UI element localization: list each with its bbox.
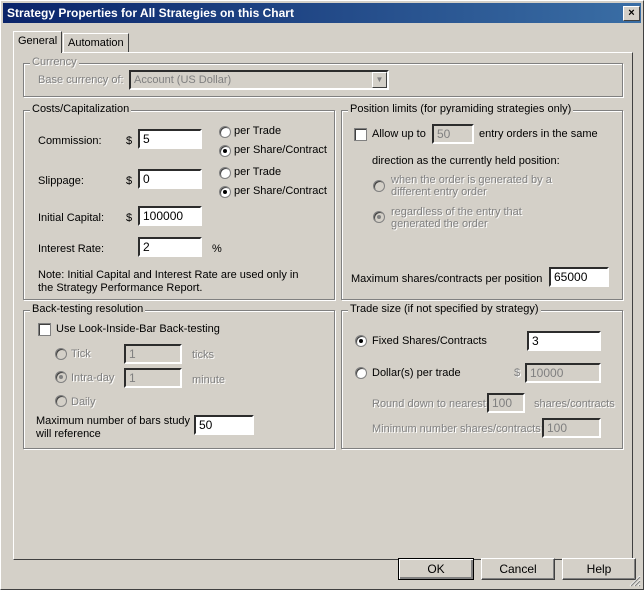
close-button[interactable]: × (623, 6, 640, 21)
fixed-shares-label[interactable]: Fixed Shares/Contracts (372, 335, 487, 347)
allow-up-to-label[interactable]: Allow up to (372, 128, 426, 140)
costs-group-label: Costs/Capitalization (30, 103, 132, 115)
general-tab-panel: Currency Base currency of: Account (US D… (13, 52, 633, 560)
dollars-per-trade-input: 10000 (525, 363, 601, 383)
look-inside-bar-checkbox[interactable] (38, 323, 51, 336)
commission-per-trade-radio[interactable] (219, 126, 231, 138)
chevron-down-icon: ▼ (372, 72, 387, 88)
trade-size-group-label: Trade size (if not specified by strategy… (348, 303, 541, 315)
costs-group: Costs/Capitalization Commission: $ 5 per… (23, 103, 335, 300)
option1-line1: when the order is generated by a (391, 174, 552, 186)
tab-automation[interactable]: Automation (63, 33, 129, 52)
round-down-unit: shares/contracts (534, 398, 615, 410)
option2-line2: generated the order (391, 218, 488, 230)
commission-input[interactable]: 5 (138, 129, 202, 149)
trade-size-group: Trade size (if not specified by strategy… (341, 303, 623, 449)
round-down-input: 100 (487, 393, 525, 413)
commission-label: Commission: (38, 135, 102, 147)
commission-currency: $ (126, 135, 133, 147)
round-down-label: Round down to nearest (372, 398, 486, 410)
max-shares-label: Maximum shares/contracts per position (351, 273, 543, 285)
commission-per-share-radio[interactable] (219, 145, 231, 157)
intraday-unit: minute (192, 374, 226, 386)
direction-label: direction as the currently held position… (372, 155, 560, 167)
currency-group: Currency Base currency of: Account (US D… (23, 56, 623, 97)
intraday-radio (55, 371, 67, 383)
regardless-of-entry-radio (373, 211, 385, 223)
slippage-label: Slippage: (38, 175, 84, 187)
commission-per-share-label[interactable]: per Share/Contract (234, 144, 327, 156)
look-inside-bar-label[interactable]: Use Look-Inside-Bar Back-testing (56, 323, 220, 335)
backtesting-group: Back-testing resolution Use Look-Inside-… (23, 303, 335, 449)
max-bars-line2: will reference (36, 428, 101, 440)
initial-capital-input[interactable]: 100000 (138, 206, 202, 226)
tick-input: 1 (124, 344, 182, 364)
intraday-label: Intra-day (71, 372, 115, 384)
fixed-shares-radio[interactable] (355, 335, 367, 347)
dollars-currency: $ (514, 367, 521, 379)
title-bar: Strategy Properties for All Strategies o… (3, 3, 641, 23)
base-currency-value: Account (US Dollar) (134, 74, 232, 86)
dollars-per-trade-label[interactable]: Dollar(s) per trade (372, 367, 461, 379)
commission-per-trade-label[interactable]: per Trade (234, 125, 281, 137)
entry-orders-label: entry orders in the same (479, 128, 598, 140)
max-shares-input[interactable]: 65000 (549, 267, 609, 287)
initial-capital-currency: $ (126, 212, 133, 224)
slippage-per-trade-label[interactable]: per Trade (234, 166, 281, 178)
window-title: Strategy Properties for All Strategies o… (7, 6, 294, 20)
daily-label: Daily (71, 396, 96, 408)
help-button[interactable]: Help (562, 558, 636, 580)
max-bars-input[interactable]: 50 (194, 415, 254, 435)
ok-button[interactable]: OK (398, 558, 474, 580)
interest-rate-label: Interest Rate: (38, 243, 105, 255)
tick-unit: ticks (192, 349, 214, 361)
generated-by-different-entry-radio (373, 180, 385, 192)
option2-line1: regardless of the entry that (391, 206, 522, 218)
strategy-properties-dialog: Strategy Properties for All Strategies o… (0, 0, 644, 590)
daily-radio (55, 395, 67, 407)
tick-label: Tick (71, 348, 91, 360)
slippage-per-share-label[interactable]: per Share/Contract (234, 185, 327, 197)
position-limits-group-label: Position limits (for pyramiding strategi… (348, 103, 574, 115)
slippage-currency: $ (126, 175, 133, 187)
dollars-per-trade-radio[interactable] (355, 367, 367, 379)
fixed-shares-input[interactable]: 3 (527, 331, 601, 351)
slippage-input[interactable]: 0 (138, 169, 202, 189)
min-shares-input: 100 (542, 418, 601, 438)
interest-rate-unit: % (212, 243, 222, 255)
option1-line2: different entry order (391, 186, 487, 198)
backtesting-group-label: Back-testing resolution (30, 303, 146, 315)
currency-group-label: Currency (30, 56, 79, 68)
intraday-input: 1 (124, 368, 182, 388)
close-icon: × (628, 7, 635, 19)
resize-grip-icon[interactable] (629, 575, 641, 587)
cancel-button[interactable]: Cancel (481, 558, 555, 580)
interest-rate-input[interactable]: 2 (138, 237, 202, 257)
slippage-per-share-radio[interactable] (219, 186, 231, 198)
slippage-per-trade-radio[interactable] (219, 167, 231, 179)
max-bars-line1: Maximum number of bars study (36, 415, 191, 427)
tab-general[interactable]: General (13, 31, 63, 53)
min-shares-label: Minimum number shares/contracts: (372, 423, 544, 435)
initial-capital-label: Initial Capital: (38, 212, 105, 224)
costs-note-line2: the Strategy Performance Report. (38, 282, 203, 294)
allow-up-to-input: 50 (432, 124, 474, 144)
base-currency-select: Account (US Dollar) ▼ (129, 70, 389, 90)
allow-up-to-checkbox[interactable] (354, 128, 367, 141)
position-limits-group: Position limits (for pyramiding strategi… (341, 103, 623, 300)
base-currency-label: Base currency of: (38, 74, 124, 86)
tick-radio (55, 348, 67, 360)
costs-note-line1: Note: Initial Capital and Interest Rate … (38, 269, 299, 281)
